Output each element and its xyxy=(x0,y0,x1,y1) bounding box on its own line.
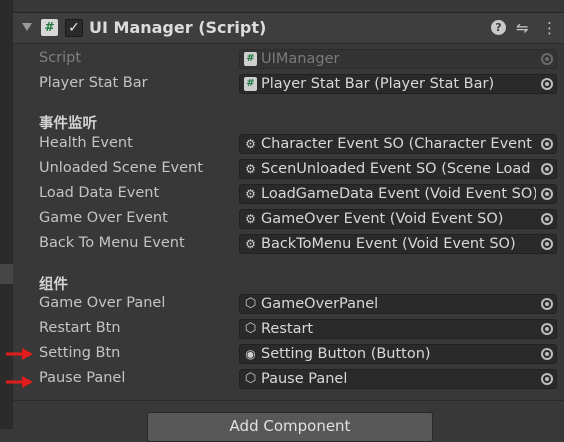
add-component-button[interactable]: Add Component xyxy=(147,412,433,442)
left-panel-selection xyxy=(0,264,13,284)
player-stat-bar-value: Player Stat Bar (Player Stat Bar) xyxy=(261,76,495,92)
game-over-event-field[interactable]: ⚙ GameOver Event (Void Event SO) xyxy=(239,209,557,229)
object-picker-icon[interactable] xyxy=(537,160,556,178)
foldout-arrow-icon[interactable] xyxy=(22,23,32,31)
object-picker-icon xyxy=(537,50,556,68)
unloaded-scene-event-label: Unloaded Scene Event xyxy=(39,160,203,176)
load-data-event-field[interactable]: ⚙ LoadGameData Event (Void Event SO) xyxy=(239,184,557,204)
help-icon[interactable]: ? xyxy=(491,20,506,35)
script-field-value: UIManager xyxy=(261,51,340,67)
script-icon: # xyxy=(41,19,58,36)
restart-btn-value: Restart xyxy=(261,321,314,337)
scriptable-object-icon: ⚙ xyxy=(245,162,256,176)
object-picker-icon[interactable] xyxy=(537,320,556,338)
game-over-event-label: Game Over Event xyxy=(39,210,168,226)
game-over-panel-value: GameOverPanel xyxy=(261,296,379,312)
scriptable-object-icon: ⚙ xyxy=(245,212,256,226)
game-over-panel-label: Game Over Panel xyxy=(39,295,166,311)
section-header-events: 事件监听 xyxy=(39,116,97,132)
scriptable-object-icon: ⚙ xyxy=(245,137,256,151)
unloaded-scene-event-value: ScenUnloaded Event SO (Scene Load Event … xyxy=(261,161,536,177)
pause-panel-label: Pause Panel xyxy=(39,370,126,386)
game-over-panel-field[interactable]: ⬡ GameOverPanel xyxy=(239,294,557,314)
object-picker-icon[interactable] xyxy=(537,75,556,93)
scriptable-object-icon: ⚙ xyxy=(245,237,256,251)
back-to-menu-event-label: Back To Menu Event xyxy=(39,235,185,251)
object-picker-icon[interactable] xyxy=(537,185,556,203)
enabled-checkbox[interactable]: ✓ xyxy=(65,19,83,37)
gameobject-cube-icon: ⬡ xyxy=(244,296,257,311)
annotation-arrow-icon xyxy=(6,348,33,360)
setting-btn-label: Setting Btn xyxy=(39,345,121,361)
gameobject-cube-icon: ⬡ xyxy=(244,371,257,386)
health-event-field[interactable]: ⚙ Character Event SO (Character Event SO… xyxy=(239,134,557,154)
component-header[interactable]: # ✓ UI Manager (Script) ? ⇋ ⋮ xyxy=(13,12,564,44)
setting-btn-field[interactable]: ◉ Setting Button (Button) xyxy=(239,344,557,364)
section-header-components: 组件 xyxy=(39,277,68,293)
component-title: UI Manager (Script) xyxy=(89,18,267,37)
health-event-label: Health Event xyxy=(39,135,133,151)
object-picker-icon[interactable] xyxy=(537,210,556,228)
object-picker-icon[interactable] xyxy=(537,295,556,313)
health-event-value: Character Event SO (Character Event SO) xyxy=(261,136,536,152)
player-stat-bar-field[interactable]: # Player Stat Bar (Player Stat Bar) xyxy=(239,74,557,94)
pause-panel-field[interactable]: ⬡ Pause Panel xyxy=(239,369,557,389)
annotation-arrow-icon xyxy=(6,376,33,388)
restart-btn-field[interactable]: ⬡ Restart xyxy=(239,319,557,339)
context-menu-icon[interactable]: ⋮ xyxy=(542,19,557,37)
pause-panel-value: Pause Panel xyxy=(261,371,348,387)
gameobject-cube-icon: ⬡ xyxy=(244,321,257,336)
divider xyxy=(13,400,564,401)
object-picker-icon[interactable] xyxy=(537,235,556,253)
object-picker-icon[interactable] xyxy=(537,135,556,153)
button-component-icon: ◉ xyxy=(245,347,256,361)
script-file-icon: # xyxy=(244,77,257,91)
presets-icon[interactable]: ⇋ xyxy=(516,19,529,37)
player-stat-bar-label: Player Stat Bar xyxy=(39,75,148,91)
scriptable-object-icon: ⚙ xyxy=(245,187,256,201)
setting-btn-value: Setting Button (Button) xyxy=(261,346,431,362)
script-label: Script xyxy=(39,50,82,66)
game-over-event-value: GameOver Event (Void Event SO) xyxy=(261,211,504,227)
load-data-event-label: Load Data Event xyxy=(39,185,160,201)
back-to-menu-event-value: BackToMenu Event (Void Event SO) xyxy=(261,236,516,252)
object-picker-icon[interactable] xyxy=(537,345,556,363)
back-to-menu-event-field[interactable]: ⚙ BackToMenu Event (Void Event SO) xyxy=(239,234,557,254)
load-data-event-value: LoadGameData Event (Void Event SO) xyxy=(261,186,536,202)
left-panel-strip xyxy=(0,0,13,429)
object-picker-icon[interactable] xyxy=(537,370,556,388)
script-field: # UIManager xyxy=(239,49,557,69)
script-file-icon: # xyxy=(244,52,257,66)
unloaded-scene-event-field[interactable]: ⚙ ScenUnloaded Event SO (Scene Load Even… xyxy=(239,159,557,179)
restart-btn-label: Restart Btn xyxy=(39,320,121,336)
